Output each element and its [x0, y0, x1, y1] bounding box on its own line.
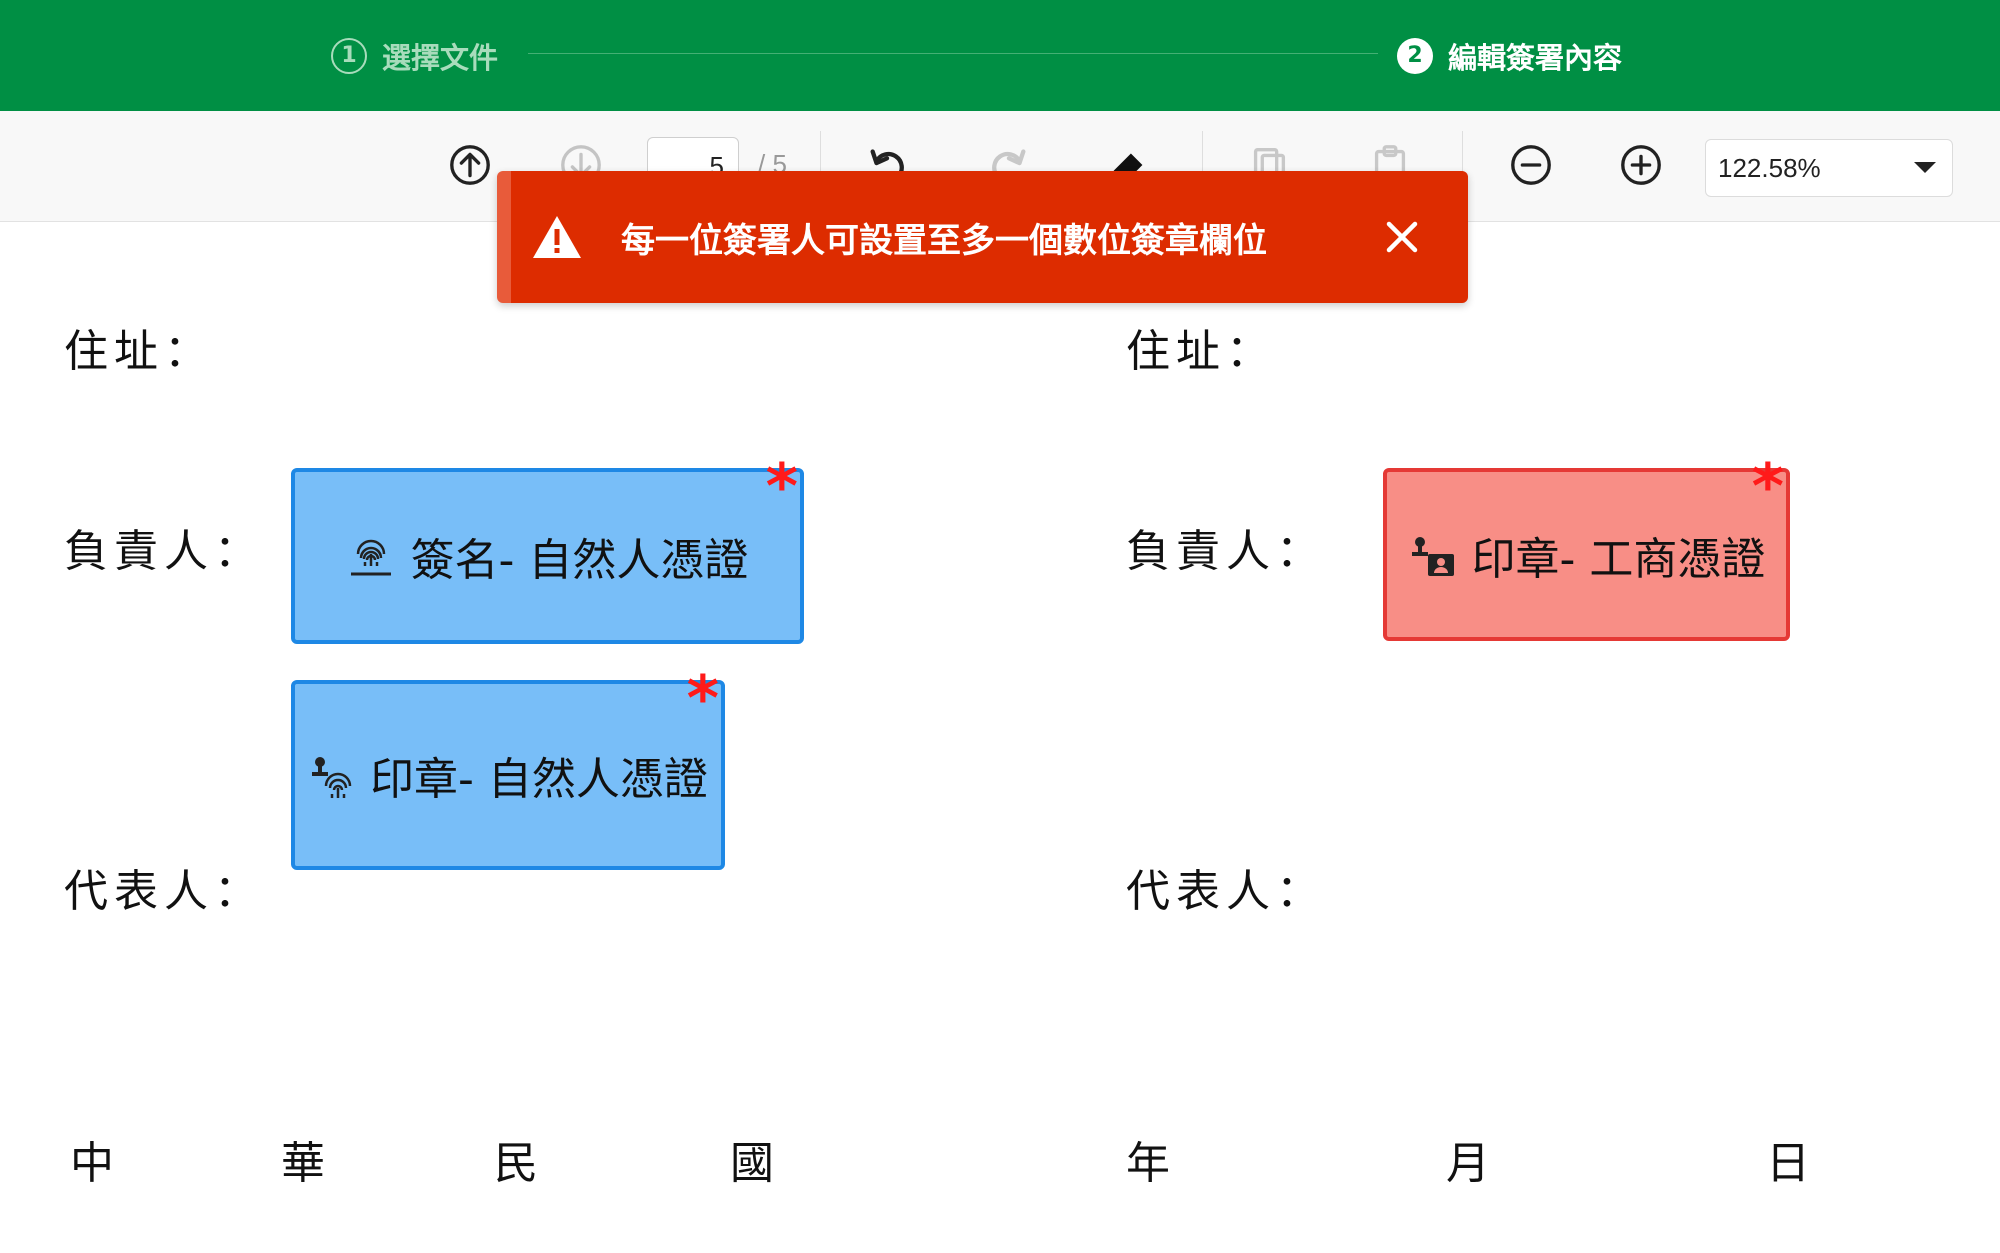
close-icon[interactable]	[1380, 215, 1424, 259]
required-asterisk: *	[765, 450, 798, 523]
document-page: 住址： 負責人： 代表人： 住址： 負責人： 代表人： 中 華 民 國 年 月 …	[0, 223, 2000, 1253]
toast-message: 每一位簽署人可設置至多一個數位簽章欄位	[621, 220, 1267, 261]
step-label-edit-signing-content: 編輯簽署內容	[1448, 40, 1623, 75]
zoom-in-button[interactable]	[1615, 139, 1667, 191]
step-edit-signing-content: 2 編輯簽署內容	[1397, 0, 1622, 111]
date-char-hua: 華	[281, 1138, 331, 1189]
stepper-header: 1 選擇文件 2 編輯簽署內容	[0, 0, 2000, 111]
zoom-level-value: 122.58%	[1718, 152, 1821, 183]
right-address-label: 住址：	[1126, 326, 1276, 377]
date-char-day: 日	[1766, 1138, 1816, 1189]
stamp-field-label: 印章- 工商憑證	[1471, 533, 1766, 585]
date-char-month: 月	[1446, 1138, 1496, 1189]
arrow-up-circle-icon	[450, 145, 490, 185]
chevron-down-icon	[1914, 162, 1936, 173]
stepper-connector-line	[528, 53, 1378, 54]
fingerprint-sign-icon	[347, 532, 395, 580]
warning-icon	[531, 214, 583, 260]
date-char-year: 年	[1126, 1138, 1176, 1189]
step-label-select-document: 選擇文件	[382, 40, 499, 75]
zoom-out-icon	[1511, 145, 1551, 185]
left-responsible-label: 負責人：	[64, 526, 264, 577]
date-char-min: 民	[494, 1138, 544, 1189]
previous-page-button[interactable]	[444, 139, 496, 191]
date-char-guo: 國	[730, 1138, 780, 1189]
error-toast: 每一位簽署人可設置至多一個數位簽章欄位	[497, 171, 1468, 303]
stamp-fingerprint-icon	[308, 750, 358, 800]
step-select-document[interactable]: 1 選擇文件	[331, 0, 498, 111]
step-number-2: 2	[1397, 37, 1433, 74]
date-char-zhong: 中	[70, 1138, 120, 1189]
right-representative-label: 代表人：	[1126, 866, 1326, 917]
required-asterisk: *	[1751, 450, 1784, 523]
signature-field-label: 簽名- 自然人憑證	[410, 535, 749, 586]
step-number-1: 1	[331, 37, 367, 74]
zoom-out-button[interactable]	[1505, 139, 1557, 191]
stamp-field-natural-person[interactable]: 印章- 自然人憑證 *	[291, 668, 725, 870]
zoom-in-icon	[1621, 145, 1661, 185]
required-asterisk: *	[686, 662, 719, 735]
zoom-level-select[interactable]: 122.58%	[1705, 139, 1953, 197]
stamp-field-business-certificate[interactable]: 印章- 工商憑證 *	[1383, 456, 1790, 641]
signature-field-natural-person[interactable]: 簽名- 自然人憑證 *	[291, 456, 804, 644]
left-address-label: 住址：	[64, 326, 214, 377]
right-responsible-label: 負責人：	[1126, 526, 1326, 577]
stamp-id-card-icon	[1408, 530, 1458, 580]
stamp-field-label: 印章- 自然人憑證	[370, 754, 708, 805]
left-representative-label: 代表人：	[64, 866, 264, 917]
